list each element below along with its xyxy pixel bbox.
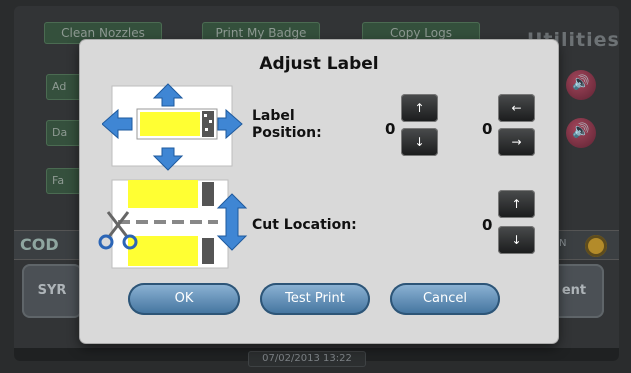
barcode-icon [202,111,214,137]
label-up-button[interactable]: ↑ [401,94,438,122]
label-sticker-bottom [128,236,198,266]
speaker-icon[interactable] [566,70,596,100]
label-sticker [140,112,200,136]
timestamp: 07/02/2013 13:22 [248,351,366,367]
cancel-button[interactable]: Cancel [390,283,500,315]
label-left-button[interactable]: ← [498,94,535,122]
label-sticker-top [128,180,198,208]
cut-location-label: Cut Location: [252,217,357,233]
cut-location-illustration [98,179,248,269]
cut-up-button[interactable]: ↑ [498,190,535,218]
barcode-icon [202,182,214,206]
label-right-button[interactable]: → [498,128,535,156]
cut-down-button[interactable]: ↓ [498,226,535,254]
adjust-label-dialog: Adjust Label Label Position: 0 ↑ ↓ 0 ← → [80,40,558,343]
label-down-button[interactable]: ↓ [401,128,438,156]
dialog-title: Adjust Label [259,54,379,74]
ok-button[interactable]: OK [128,283,240,315]
status-badge: N [559,238,567,249]
label-vertical-value: 0 [385,120,396,138]
speaker-icon[interactable] [566,118,596,148]
test-print-button[interactable]: Test Print [260,283,370,315]
syringe-button[interactable]: SYR [22,264,82,318]
cut-location-value: 0 [482,216,493,234]
label-horizontal-value: 0 [482,120,493,138]
label-position-illustration [102,83,243,171]
label-position-label: Label Position: [252,108,322,141]
power-icon[interactable] [585,235,607,257]
brand-logo: COD [20,235,59,254]
barcode-icon [202,238,214,264]
